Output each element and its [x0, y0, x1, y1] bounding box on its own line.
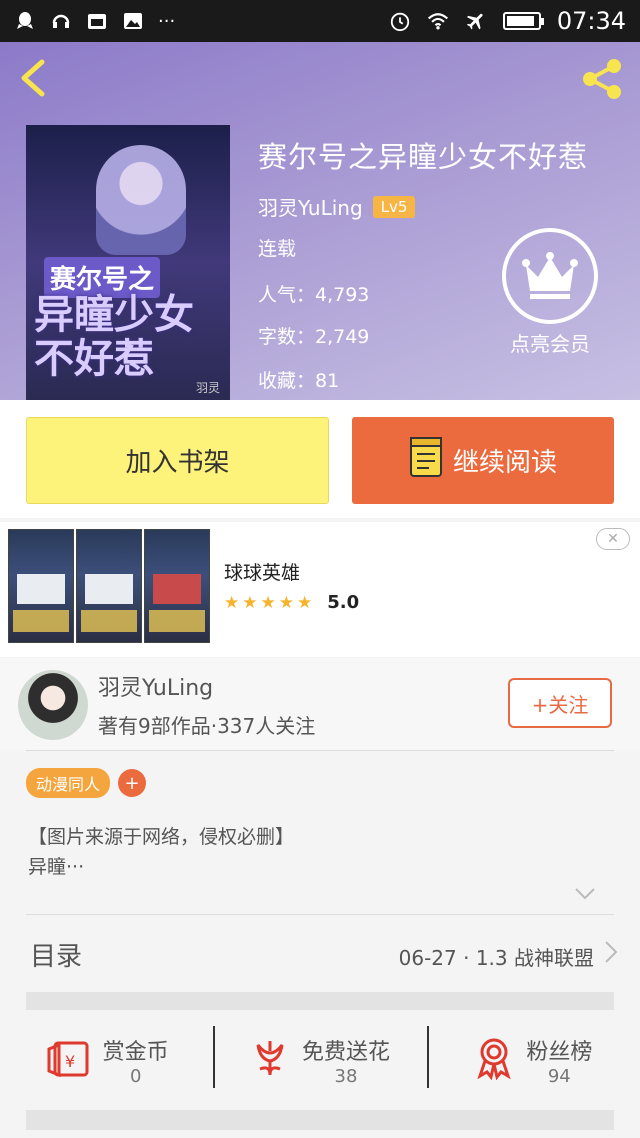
- book-status: 连载: [258, 238, 297, 260]
- clock: 07:34: [556, 7, 626, 35]
- description-line: 异瞳···: [28, 856, 85, 878]
- section-separator: [26, 1110, 614, 1130]
- author-name: 羽灵YuLing: [98, 676, 214, 701]
- qq-icon: [14, 10, 36, 32]
- follow-button[interactable]: +关注: [508, 678, 612, 728]
- tag-list: 动漫同人 +: [26, 768, 147, 798]
- ad-screenshot: [144, 529, 210, 643]
- reward-coins-button[interactable]: ¥ 赏金币 0: [0, 1020, 213, 1100]
- headset-icon: [50, 10, 72, 32]
- stat-label: 免费送花: [301, 1039, 390, 1065]
- toc-label: 目录: [30, 942, 83, 972]
- ad-screenshot: [76, 529, 142, 643]
- wifi-icon: [427, 10, 449, 32]
- stat-label: 赏金币: [102, 1039, 169, 1065]
- star-icon: ★: [224, 592, 240, 613]
- author-info: 著有9部作品·337人关注: [98, 714, 316, 738]
- stat-value: 94: [547, 1065, 571, 1087]
- ad-rating-value: 5.0: [327, 592, 360, 613]
- book-icon: [409, 436, 443, 485]
- book-word-count: 字数：2,749: [258, 326, 370, 348]
- divider: [26, 914, 614, 915]
- stat-label: 粉丝榜: [526, 1039, 593, 1065]
- ad-banner[interactable]: 球球英雄 ★ ★ ★ ★ ★ 5.0 ✕: [0, 522, 640, 657]
- book-favorites: 收藏：81: [258, 370, 340, 392]
- author-avatar[interactable]: [18, 670, 88, 740]
- action-bar: 加入书架 继续阅读: [0, 400, 640, 518]
- add-tag-button[interactable]: +: [118, 769, 147, 797]
- book-author-line: 羽灵YuLing Lv5: [258, 192, 416, 221]
- back-arrow-icon[interactable]: [18, 58, 48, 102]
- stat-value: 0: [129, 1065, 142, 1087]
- star-icon: ★: [297, 592, 313, 613]
- add-to-shelf-button[interactable]: 加入书架: [26, 417, 329, 504]
- continue-reading-label: 继续阅读: [452, 448, 557, 478]
- flower-icon: [250, 1037, 290, 1083]
- alarm-icon: [389, 10, 411, 32]
- ad-close-button[interactable]: ✕: [596, 528, 630, 550]
- book-description[interactable]: 【图片来源于网络，侵权必删】 异瞳···: [28, 822, 294, 882]
- ad-screenshot: [8, 529, 74, 643]
- expand-chevron-icon[interactable]: [574, 886, 596, 905]
- cover-illustration: [96, 145, 186, 255]
- ad-rating: ★ ★ ★ ★ ★ 5.0: [224, 592, 359, 613]
- red-envelope-icon: ¥: [45, 1037, 91, 1083]
- divider: [26, 750, 614, 751]
- latest-chapter: 06-27 · 1.3 战神联盟: [398, 946, 594, 970]
- crown-icon: [502, 228, 598, 324]
- vip-button[interactable]: 点亮会员: [500, 228, 600, 357]
- image-icon: [122, 10, 144, 32]
- star-icon: ★: [242, 592, 258, 613]
- send-flower-button[interactable]: 免费送花 38: [213, 1020, 426, 1100]
- star-icon: ★: [260, 592, 276, 613]
- book-title: 赛尔号之异瞳少女不好惹: [258, 140, 589, 174]
- status-bar: ··· 07:34: [0, 0, 640, 42]
- continue-reading-button[interactable]: 继续阅读: [352, 417, 614, 504]
- description-line: 【图片来源于网络，侵权必删】: [28, 826, 295, 848]
- airplane-mode-icon: [465, 10, 487, 32]
- tag-item[interactable]: 动漫同人: [26, 768, 111, 798]
- book-author[interactable]: 羽灵YuLing: [258, 192, 363, 221]
- ribbon-medal-icon: [474, 1036, 514, 1084]
- chevron-right-icon: [604, 940, 618, 970]
- more-notifications: ···: [158, 10, 176, 32]
- section-separator: [26, 992, 614, 1010]
- svg-text:¥: ¥: [65, 1052, 75, 1071]
- level-badge: Lv5: [372, 195, 416, 218]
- cover-title-line2: 异瞳少女不好惹: [34, 291, 194, 382]
- battery-icon: [502, 12, 544, 30]
- fan-ranking-button[interactable]: 粉丝榜 94: [426, 1020, 640, 1100]
- cover-signature: 羽灵: [195, 381, 220, 395]
- author-card[interactable]: 羽灵YuLing 著有9部作品·337人关注 +关注: [0, 658, 640, 750]
- table-of-contents-row[interactable]: 目录 06-27 · 1.3 战神联盟: [0, 916, 640, 988]
- stats-bar: ¥ 赏金币 0 免费送花 38 粉丝榜 94: [0, 1020, 640, 1100]
- ad-app-name: 球球英雄: [224, 562, 301, 584]
- book-cover: 赛尔号之 异瞳少女不好惹 羽灵: [26, 125, 230, 400]
- vip-label: 点亮会员: [510, 332, 590, 356]
- stat-value: 38: [334, 1065, 358, 1087]
- share-icon[interactable]: [580, 56, 626, 106]
- star-icon: ★: [278, 592, 294, 613]
- calendar-icon: [86, 10, 108, 32]
- book-popularity: 人气：4,793: [258, 284, 370, 306]
